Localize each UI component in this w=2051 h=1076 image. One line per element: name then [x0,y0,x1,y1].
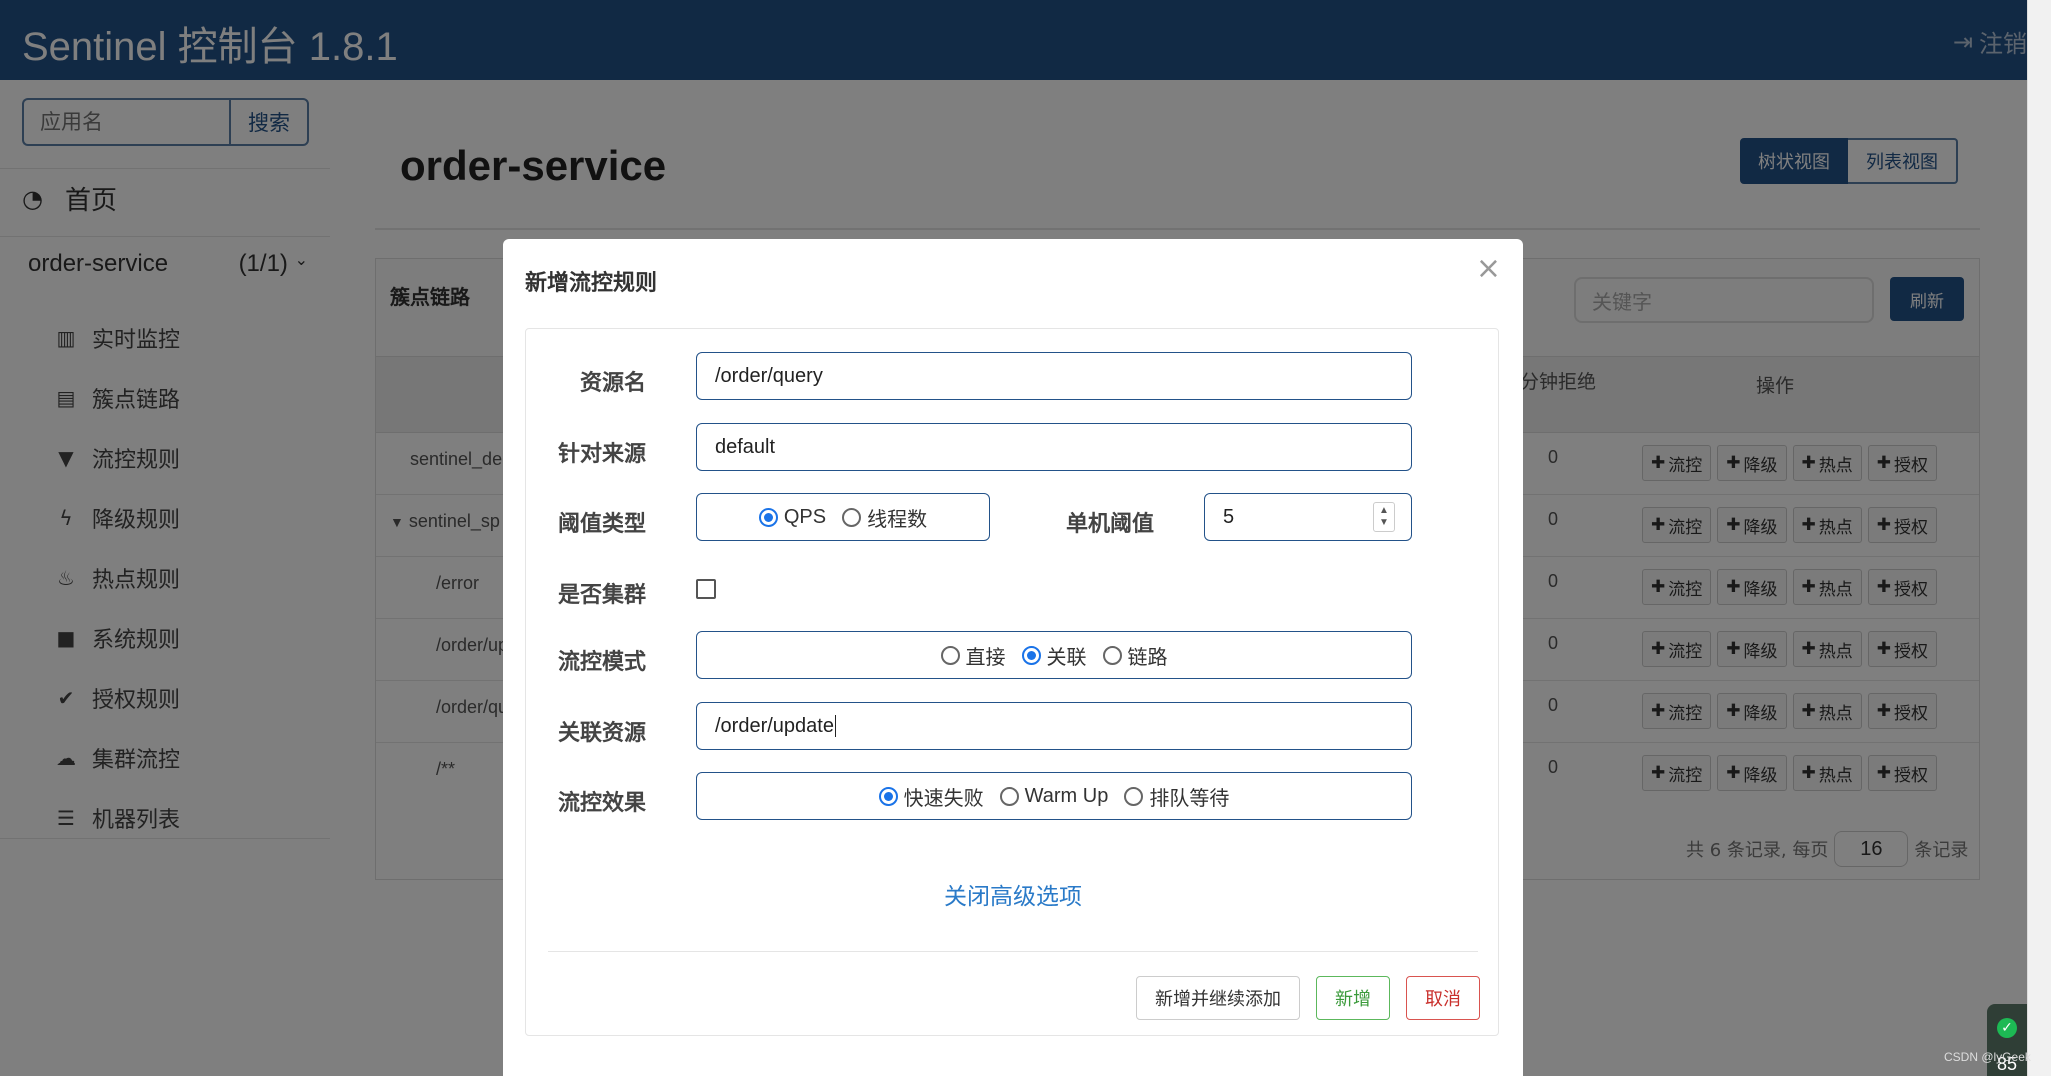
page-scrollbar[interactable] [2027,0,2051,1076]
cluster-label: 是否集群 [558,583,647,608]
radio-direct[interactable]: 直接 [940,641,1006,670]
close-icon[interactable]: × [1476,251,1501,286]
radio-label: Warm Up [1024,784,1109,807]
watermark: CSDN @lyGeek [1944,1050,2031,1064]
radio-qps[interactable]: QPS [758,505,827,529]
radio-warm-up[interactable]: Warm Up [999,784,1109,808]
flow-mode-label: 流控模式 [558,650,647,675]
cluster-checkbox[interactable] [696,579,716,599]
resource-name-label: 资源名 [580,371,647,396]
radio-unselected-icon [999,786,1019,806]
flow-effect-radio-group: 快速失败 Warm Up 排队等待 [696,772,1412,820]
radio-relate[interactable]: 关联 [1021,641,1087,670]
radio-chain[interactable]: 链路 [1102,641,1168,670]
radio-label: 快速失败 [903,787,984,810]
number-spinner[interactable]: ▲ ▼ [1373,502,1395,532]
threshold-type-label: 阈值类型 [558,512,647,537]
check-icon: ✓ [1997,1018,2017,1038]
radio-label: 链路 [1127,646,1168,669]
radio-label: 直接 [965,646,1006,669]
radio-unselected-icon [1102,645,1122,665]
cancel-button[interactable]: 取消 [1406,976,1480,1020]
threshold-label: 单机阈值 [1066,512,1155,537]
origin-input[interactable]: default [696,423,1412,471]
threshold-type-radio-group: QPS 线程数 [696,493,990,541]
flow-effect-label: 流控效果 [558,791,647,816]
radio-label: 排队等待 [1149,787,1230,810]
radio-selected-icon [1021,645,1041,665]
flow-mode-radio-group: 直接 关联 链路 [696,631,1412,679]
radio-label: 关联 [1046,646,1087,669]
toggle-advanced-link[interactable]: 关闭高级选项 [526,877,1500,911]
ref-resource-label: 关联资源 [558,721,647,746]
resource-name-input[interactable]: /order/query [696,352,1412,400]
chevron-up-icon[interactable]: ▲ [1379,505,1389,517]
radio-selected-icon [878,786,898,806]
origin-label: 针对来源 [558,442,647,467]
text-cursor [834,715,836,737]
dialog-title: 新增流控规则 [525,271,658,296]
floating-widget[interactable]: ✓ 85 [1987,1004,2027,1076]
radio-fast-fail[interactable]: 快速失败 [878,782,984,811]
dialog-form: 资源名 /order/query 针对来源 default 阈值类型 QPS 线… [525,328,1499,1036]
ref-resource-input[interactable]: /order/update [696,702,1412,750]
radio-selected-icon [758,507,778,527]
radio-queue[interactable]: 排队等待 [1124,782,1229,811]
radio-unselected-icon [842,507,862,527]
add-flow-rule-dialog: 新增流控规则 × 资源名 /order/query 针对来源 default 阈… [503,239,1523,1076]
add-button[interactable]: 新增 [1316,976,1390,1020]
threshold-input[interactable]: 5 ▲ ▼ [1204,493,1412,541]
radio-unselected-icon [940,645,960,665]
radio-label: 线程数 [867,508,928,531]
radio-unselected-icon [1124,786,1144,806]
add-and-continue-button[interactable]: 新增并继续添加 [1136,976,1300,1020]
threshold-value: 5 [1223,505,1235,528]
radio-label: QPS [783,505,827,528]
chevron-down-icon[interactable]: ▼ [1379,517,1389,529]
ref-resource-value: /order/update [715,714,834,737]
dialog-divider [548,951,1478,952]
radio-thread-count[interactable]: 线程数 [842,503,927,532]
